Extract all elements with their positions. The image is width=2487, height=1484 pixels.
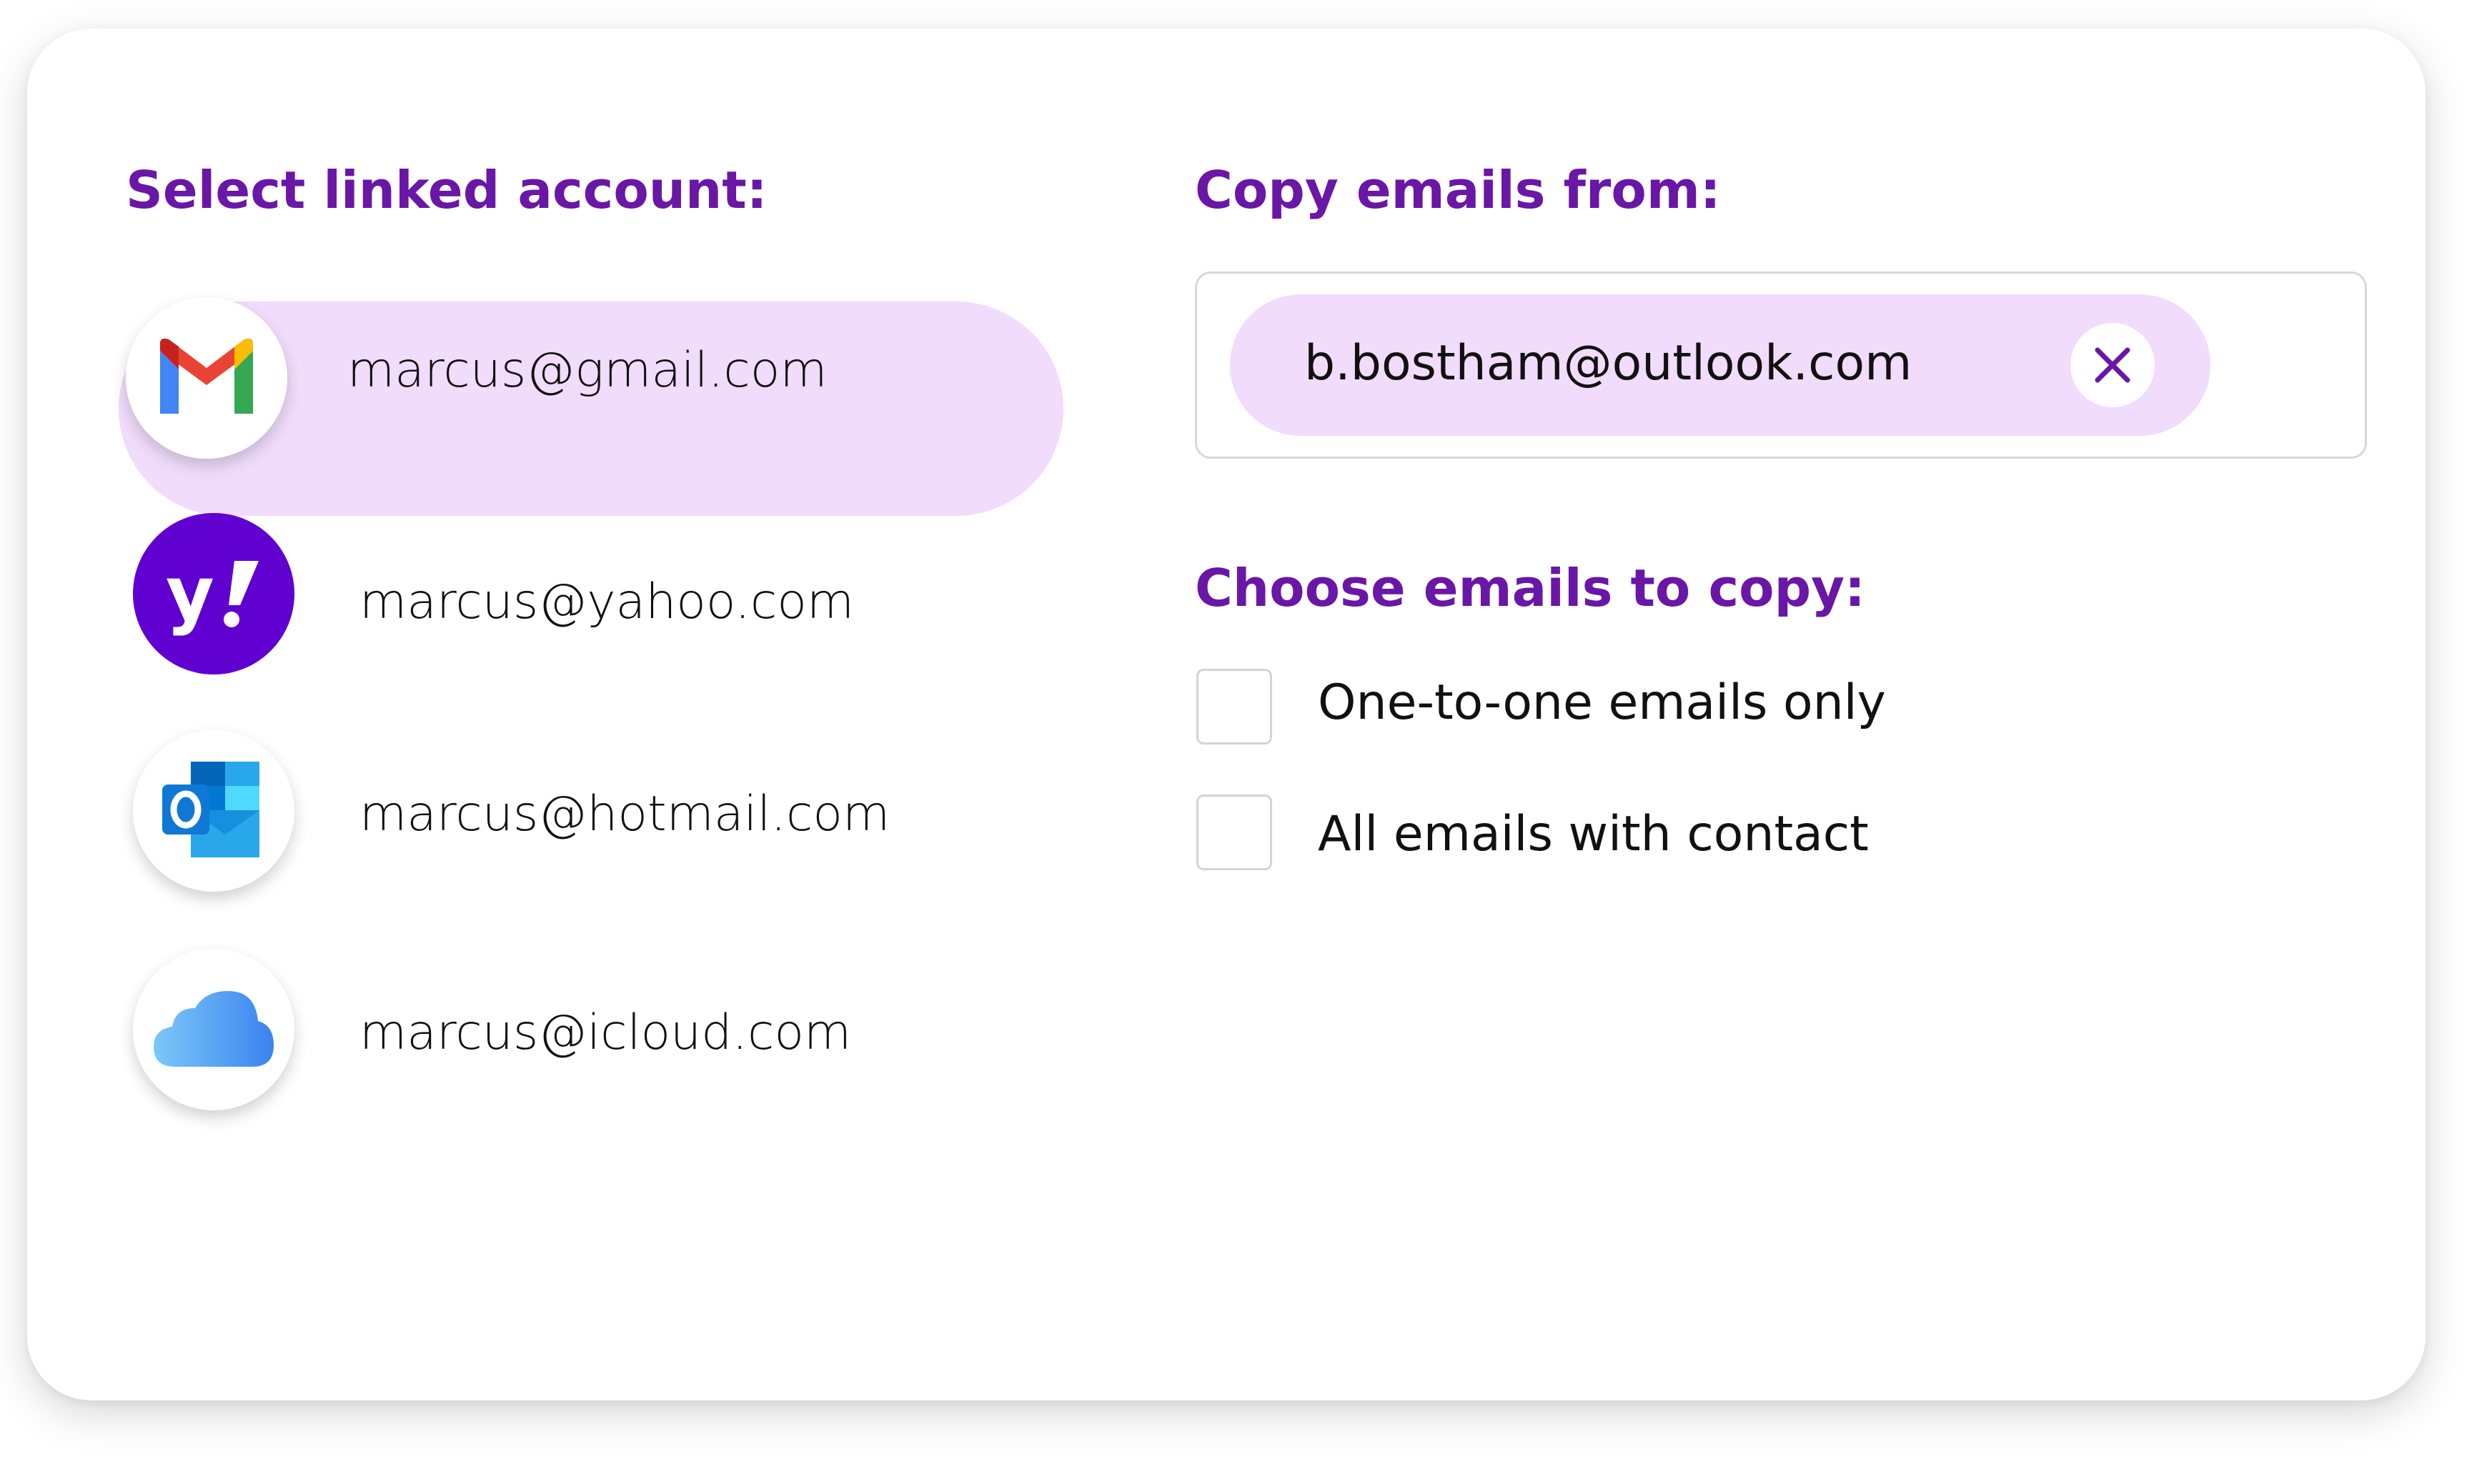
all-emails-checkbox[interactable] — [1196, 795, 1272, 870]
copy-from-heading: Copy emails from: — [1195, 160, 1721, 220]
close-icon — [2095, 347, 2130, 383]
account-picker-card: Select linked account: marcus@gmail.com … — [27, 29, 2426, 1400]
icloud-icon — [133, 949, 294, 1110]
chip-email: b.bostham@outlook.com — [1304, 335, 1912, 392]
account-email-hotmail[interactable]: marcus@hotmail.com — [359, 790, 890, 839]
copy-from-input[interactable]: b.bostham@outlook.com — [1195, 272, 2367, 459]
remove-chip-button[interactable] — [2070, 323, 2155, 407]
account-email-gmail[interactable]: marcus@gmail.com — [347, 347, 828, 395]
all-emails-label[interactable]: All emails with contact — [1318, 810, 1869, 859]
account-email-icloud[interactable]: marcus@icloud.com — [359, 1009, 851, 1057]
one-to-one-checkbox[interactable] — [1196, 669, 1272, 745]
account-email-yahoo[interactable]: marcus@yahoo.com — [359, 578, 854, 627]
gmail-icon — [126, 297, 287, 459]
copy-from-chip: b.bostham@outlook.com — [1230, 294, 2210, 436]
yahoo-icon: y — [133, 513, 294, 674]
outlook-icon — [133, 730, 294, 892]
choose-emails-heading: Choose emails to copy: — [1195, 558, 1865, 618]
select-account-heading: Select linked account: — [126, 160, 768, 220]
svg-text:y: y — [166, 551, 214, 637]
one-to-one-label[interactable]: One-to-one emails only — [1318, 679, 1886, 727]
